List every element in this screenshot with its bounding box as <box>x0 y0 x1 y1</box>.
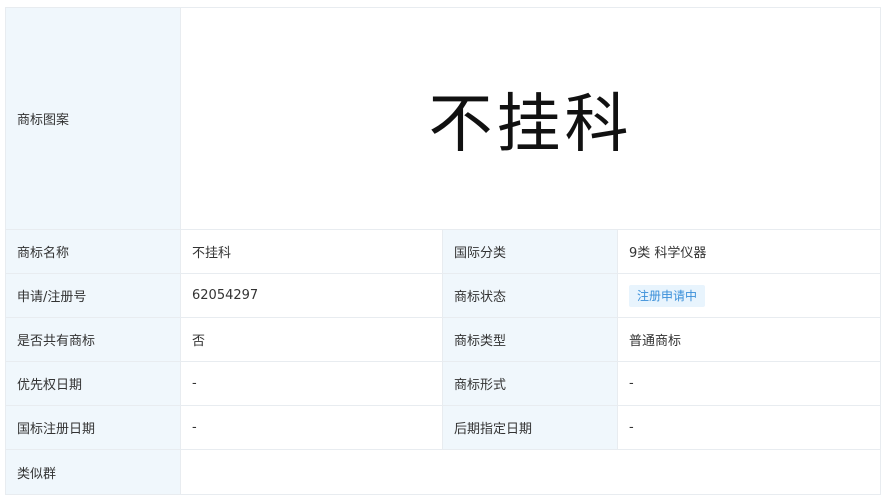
table-row: 是否共有商标 否 商标类型 普通商标 <box>5 317 882 362</box>
status-badge: 注册申请中 <box>629 284 706 307</box>
intl-class-value: 9类 科学仪器 <box>616 229 882 274</box>
type-value: 普通商标 <box>616 317 882 362</box>
type-label: 商标类型 <box>442 317 618 362</box>
table-row: 申请/注册号 62054297 商标状态 注册申请中 <box>5 273 882 318</box>
form-value: - <box>616 361 882 406</box>
shared-label: 是否共有商标 <box>5 317 181 362</box>
table-row: 类似群 <box>5 449 882 495</box>
similar-group-value <box>179 449 882 495</box>
priority-date-value: - <box>180 361 443 406</box>
shared-value: 否 <box>180 317 443 362</box>
trademark-image-cell: 不挂科 <box>179 7 882 230</box>
table-row: 商标名称 不挂科 国际分类 9类 科学仪器 <box>5 229 882 274</box>
intl-reg-date-label: 国标注册日期 <box>5 405 181 450</box>
table-row: 国标注册日期 - 后期指定日期 - <box>5 405 882 450</box>
trademark-image: 不挂科 <box>428 87 633 162</box>
trademark-detail-table: 商标图案 不挂科 商标名称 不挂科 国际分类 9类 科学仪器 申请/注册号 62… <box>5 7 882 495</box>
reg-no-value: 62054297 <box>180 273 443 318</box>
intl-reg-date-value: - <box>180 405 443 450</box>
later-date-label: 后期指定日期 <box>442 405 618 450</box>
similar-group-label: 类似群 <box>5 449 181 495</box>
later-date-value: - <box>616 405 882 450</box>
image-label: 商标图案 <box>5 7 181 230</box>
priority-date-label: 优先权日期 <box>5 361 181 406</box>
name-value: 不挂科 <box>180 229 443 274</box>
status-label: 商标状态 <box>442 273 618 318</box>
name-label: 商标名称 <box>5 229 181 274</box>
table-row: 优先权日期 - 商标形式 - <box>5 361 882 406</box>
reg-no-label: 申请/注册号 <box>5 273 181 318</box>
form-label: 商标形式 <box>442 361 618 406</box>
intl-class-label: 国际分类 <box>442 229 618 274</box>
table-row: 商标图案 不挂科 <box>5 7 882 230</box>
status-cell: 注册申请中 <box>616 273 882 318</box>
